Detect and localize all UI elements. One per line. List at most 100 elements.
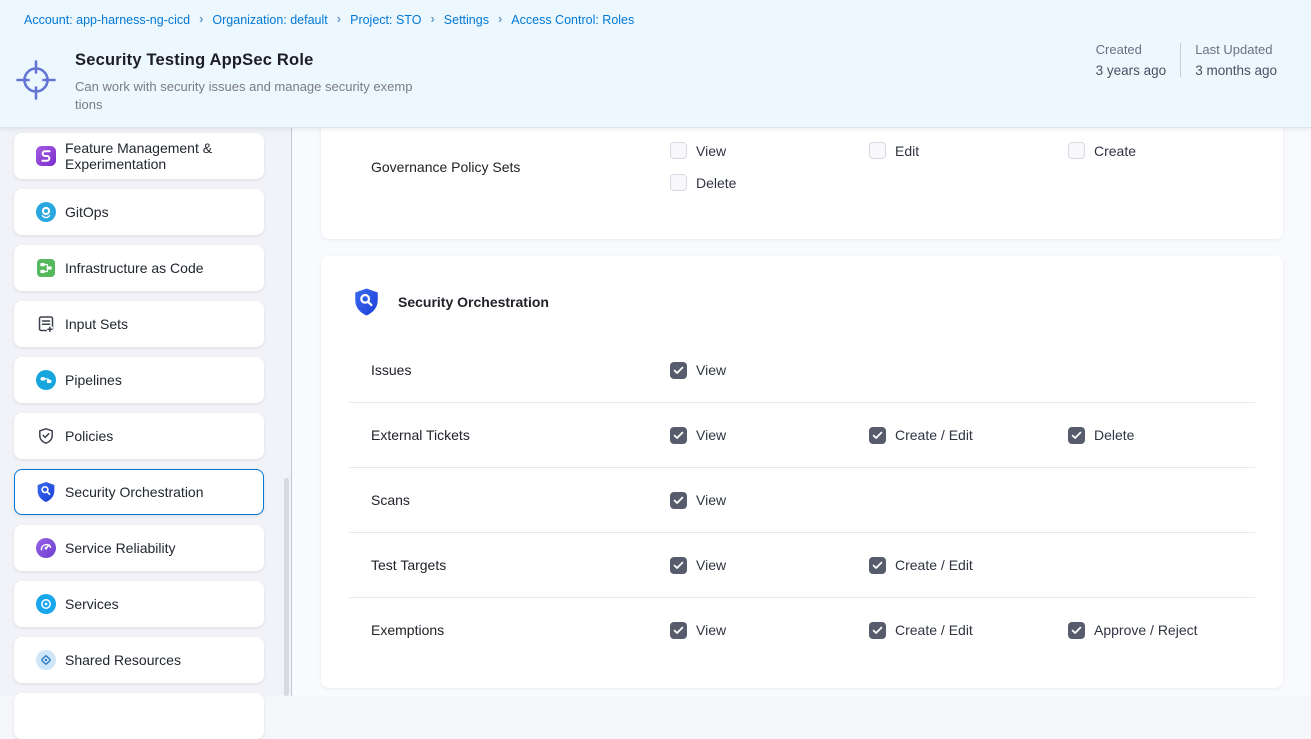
governance-rows: Governance Policy Sets View Edit Create Dele…	[321, 142, 1283, 191]
permission-label: Create	[1094, 143, 1136, 159]
role-description-line1: Can work with security issues and manage…	[75, 78, 412, 96]
page-title: Security Testing AppSec Role	[75, 51, 314, 70]
permission-row-exemptions: ExemptionsViewCreate / EditApprove / Rej…	[321, 598, 1283, 662]
sidebar-item-services[interactable]: Services	[14, 581, 264, 627]
resource-label: External Tickets	[321, 427, 670, 443]
checkbox-view[interactable]	[670, 142, 687, 159]
permission-row-external-tickets: External Tickets View Create / Edit Delete	[321, 403, 1283, 467]
breadcrumb-link-settings[interactable]: Settings	[444, 13, 489, 27]
security-shield-icon	[353, 287, 380, 317]
resource-sidebar: Feature Management & Experimentation GitO…	[0, 128, 292, 696]
sidebar-item-pipelines[interactable]: Pipelines	[14, 357, 264, 403]
services-icon	[36, 594, 56, 614]
breadcrumb-separator: ›	[199, 11, 203, 26]
role-crosshair-icon	[13, 57, 59, 103]
sidebar-item-gitops[interactable]: GitOps	[14, 189, 264, 235]
security-orchestration-icon	[36, 482, 56, 502]
sidebar-item-policies[interactable]: Policies	[14, 413, 264, 459]
permission-label: View	[696, 143, 726, 159]
permission-label: View	[696, 557, 726, 573]
checkbox-view[interactable]	[670, 622, 687, 639]
card-header: Security Orchestration	[321, 256, 1283, 338]
sidebar-item-label: Service Reliability	[65, 540, 175, 557]
meta-created-value: 3 years ago	[1096, 63, 1167, 78]
breadcrumb-separator: ›	[498, 11, 502, 26]
permission-edit: Edit	[869, 142, 1068, 159]
breadcrumb-link-organization-default[interactable]: Organization: default	[212, 13, 327, 27]
permissions-grid: View	[670, 492, 1267, 509]
input-sets-icon	[36, 314, 56, 334]
breadcrumb-link-access-control-roles[interactable]: Access Control: Roles	[511, 13, 634, 27]
sidebar-list: Feature Management & Experimentation GitO…	[14, 133, 264, 739]
sidebar-item-shared-resources[interactable]: Shared Resources	[14, 637, 264, 683]
sidebar-item-label: Security Orchestration	[65, 484, 204, 501]
service-reliability-icon	[36, 538, 56, 558]
permission-label: View	[696, 427, 726, 443]
permission-view: View	[670, 557, 869, 574]
permission-create-edit: Create / Edit	[869, 622, 1068, 639]
permission-create-edit: Create / Edit	[869, 427, 1068, 444]
checkbox-view[interactable]	[670, 427, 687, 444]
content-region: Feature Management & Experimentation GitO…	[0, 128, 1311, 696]
permissions-grid: View Create / Edit Delete	[670, 427, 1267, 444]
permission-label: Edit	[895, 143, 919, 159]
sidebar-item-label: Feature Management & Experimentation	[65, 140, 255, 173]
sidebar-scrollbar-thumb[interactable]	[284, 478, 289, 696]
permissions-grid: View	[670, 362, 1267, 379]
checkbox-create[interactable]	[1068, 142, 1085, 159]
permissions-grid: View Create / EditApprove / Reject	[670, 622, 1267, 639]
checkbox-view[interactable]	[670, 557, 687, 574]
sidebar-item-input-sets[interactable]: Input Sets	[14, 301, 264, 347]
checkbox-create-edit[interactable]	[869, 427, 886, 444]
breadcrumb: Account: app-harness-ng-cicd › Organizatio…	[24, 12, 634, 27]
sidebar-item-feature-management-experimentation[interactable]: Feature Management & Experimentation	[14, 133, 264, 179]
permission-view: View	[670, 362, 869, 379]
breadcrumb-link-account-app-harness-ng-cicd[interactable]: Account: app-harness-ng-cicd	[24, 13, 190, 27]
meta-created: Created 3 years ago	[1082, 42, 1181, 78]
permission-label: View	[696, 622, 726, 638]
sidebar-item-security-orchestration[interactable]: Security Orchestration	[14, 469, 264, 515]
resource-label: Test Targets	[321, 557, 670, 573]
checkbox-edit[interactable]	[869, 142, 886, 159]
sidebar-item-partial[interactable]	[14, 693, 264, 739]
permissions-grid: View Edit Create Delete	[670, 142, 1267, 191]
sidebar-item-label: Shared Resources	[65, 652, 181, 669]
permission-label: Create / Edit	[895, 557, 973, 573]
permission-row-governance-policy-sets: Governance Policy Sets View Edit Create Dele…	[321, 142, 1283, 191]
policies-icon	[36, 426, 56, 446]
permission-delete: Delete	[670, 174, 869, 191]
permission-label: Delete	[1094, 427, 1134, 443]
topbar: Account: app-harness-ng-cicd › Organizatio…	[0, 0, 1311, 128]
permission-create: Create	[1068, 142, 1267, 159]
permission-view: View	[670, 622, 869, 639]
resource-label: Governance Policy Sets	[321, 159, 670, 175]
shared-resources-icon	[36, 650, 56, 670]
sidebar-item-infrastructure-as-code[interactable]: Infrastructure as Code	[14, 245, 264, 291]
checkbox-create-edit[interactable]	[869, 557, 886, 574]
meta-last-updated-value: 3 months ago	[1195, 63, 1277, 78]
checkbox-view[interactable]	[670, 362, 687, 379]
checkbox-delete[interactable]	[1068, 427, 1085, 444]
permission-delete: Delete	[1068, 427, 1267, 444]
permission-approve-reject: Approve / Reject	[1068, 622, 1267, 639]
checkbox-approve-reject[interactable]	[1068, 622, 1085, 639]
permission-create-edit: Create / Edit	[869, 557, 1068, 574]
permission-label: Delete	[696, 175, 736, 191]
checkbox-create-edit[interactable]	[869, 622, 886, 639]
breadcrumb-link-project-sto[interactable]: Project: STO	[350, 13, 421, 27]
meta-created-label: Created	[1096, 42, 1167, 57]
permission-view: View	[670, 427, 869, 444]
card-title: Security Orchestration	[398, 294, 549, 310]
sidebar-item-label: GitOps	[65, 204, 109, 221]
checkbox-view[interactable]	[670, 492, 687, 509]
permissions-panel: Governance Policy Sets View Edit Create Dele…	[292, 128, 1311, 696]
permission-view: View	[670, 492, 869, 509]
sidebar-item-service-reliability[interactable]: Service Reliability	[14, 525, 264, 571]
permission-row-issues: IssuesView	[321, 338, 1283, 402]
infrastructure-as-code-icon	[36, 258, 56, 278]
governance-policy-sets-card: Governance Policy Sets View Edit Create Dele…	[321, 128, 1283, 239]
permission-label: View	[696, 492, 726, 508]
checkbox-delete[interactable]	[670, 174, 687, 191]
sidebar-item-label: Pipelines	[65, 372, 122, 389]
breadcrumb-separator: ›	[337, 11, 341, 26]
